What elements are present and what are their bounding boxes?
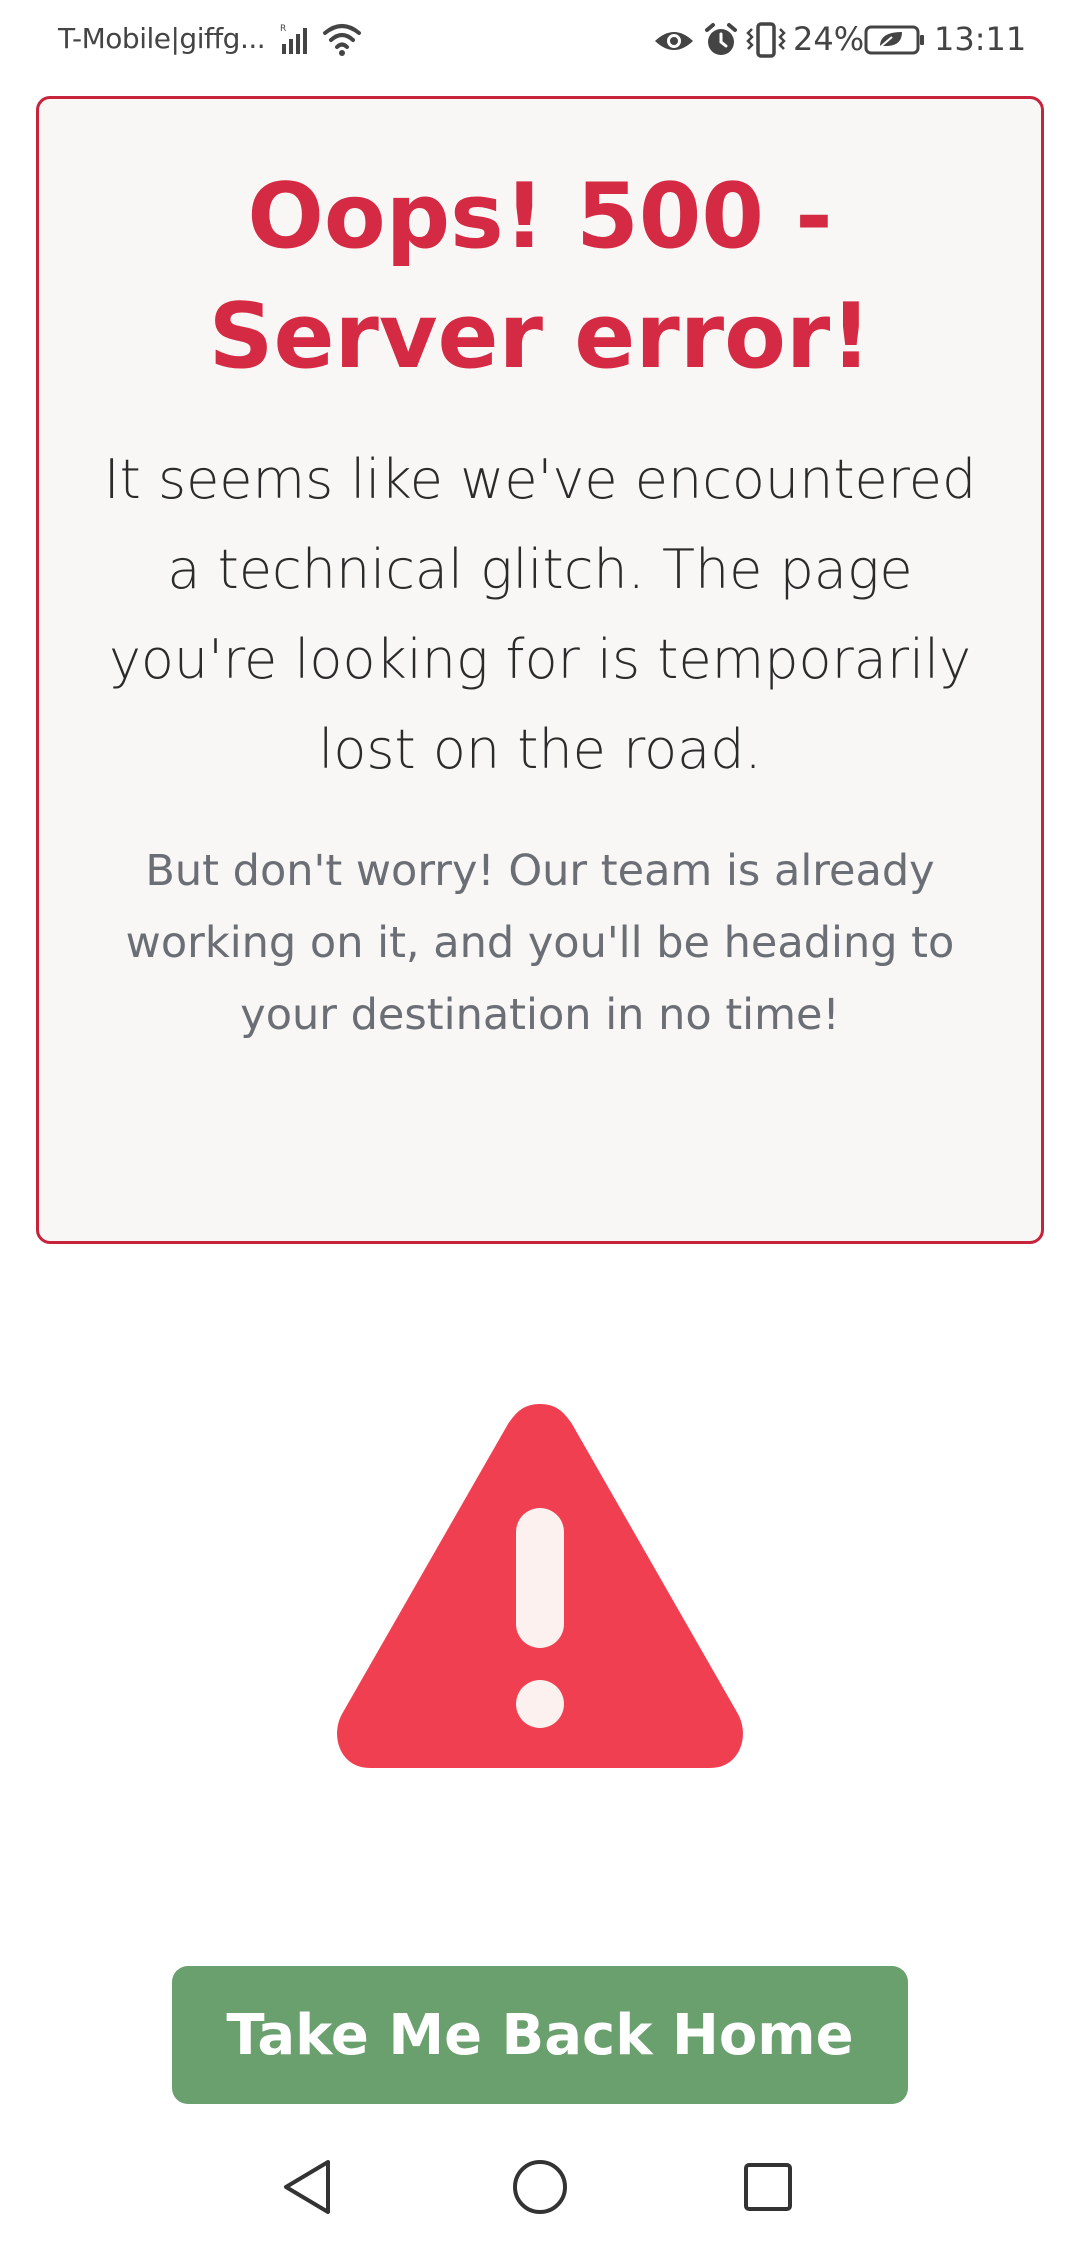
vibrate-icon [746,22,786,58]
recent-apps-icon[interactable] [733,2152,803,2222]
alarm-icon [705,23,737,55]
svg-text:R: R [280,24,286,34]
home-icon[interactable] [505,2152,575,2222]
take-me-back-home-button[interactable]: Take Me Back Home [172,1966,908,2104]
error-card: Oops! 500 - Server error! It seems like … [36,96,1044,1244]
status-bar: T-Mobile|giffg... R 24% 13:11 [0,0,1080,84]
battery-percent: 24% [793,20,865,58]
eye-icon [655,32,693,50]
error-reassurance: But don't worry! Our team is already wor… [125,846,955,1040]
wifi-icon [323,24,361,56]
battery-icon [864,25,924,55]
signal-icon: R [280,24,307,54]
clock: 13:11 [934,20,1027,58]
error-message: It seems like we've encountered a techni… [103,448,977,781]
navigation-bar [0,2130,1080,2244]
carrier-name: T-Mobile|giffg... [58,22,266,55]
error-title: Oops! 500 - Server error! [208,164,872,389]
back-icon[interactable] [272,2152,342,2222]
warning-triangle-icon [337,1404,743,1768]
